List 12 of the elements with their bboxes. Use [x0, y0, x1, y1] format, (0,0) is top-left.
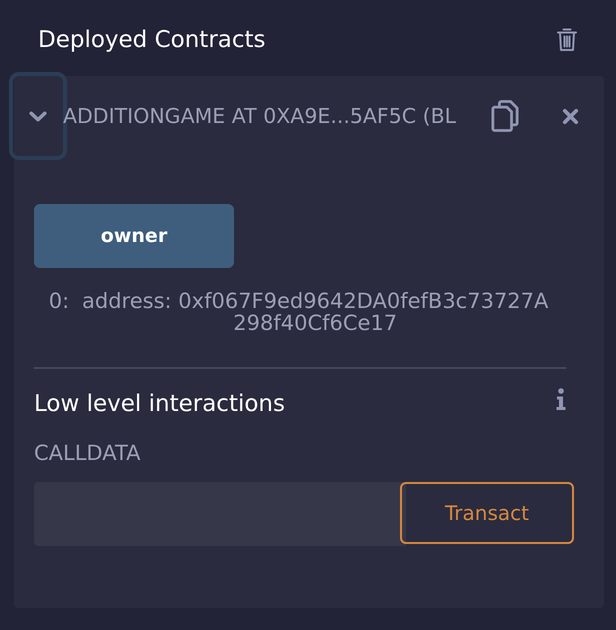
output-value: address: 0xf067F9ed9642DA0fefB3c73727A298f40Cf6Ce17 [81, 290, 550, 334]
calldata-field[interactable] [34, 482, 406, 546]
output-index: 0: [48, 290, 70, 312]
info-icon[interactable] [556, 388, 566, 410]
contract-title[interactable]: ADDITIONGAME AT 0XA9E...5AF5C (BL [63, 104, 475, 128]
function-button[interactable]: owner [34, 204, 234, 268]
section-title: Low level interactions [34, 391, 285, 417]
section-title: Deployed Contracts [38, 27, 266, 53]
copy-icon[interactable] [491, 100, 519, 132]
field-label: CALLDATA [34, 441, 141, 465]
trash-icon[interactable] [557, 28, 577, 52]
close-icon[interactable] [562, 108, 579, 124]
